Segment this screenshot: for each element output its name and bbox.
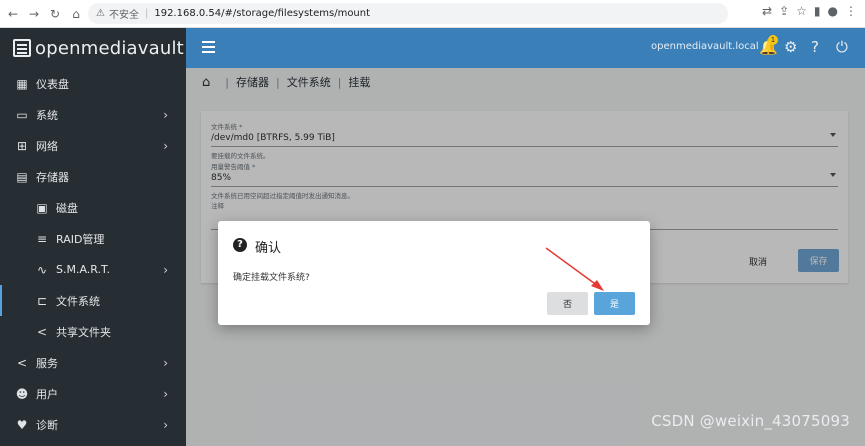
sidebar-item-label: 服务 xyxy=(36,356,58,370)
sidebar-item-system[interactable]: ▭ 系统 › xyxy=(0,99,186,130)
sidebar-item-disks[interactable]: ▣ 磁盘 xyxy=(0,192,186,223)
sidebar-item-network[interactable]: ⊞ 网络 › xyxy=(0,130,186,161)
pulse-icon: ∿ xyxy=(36,262,48,277)
share-icon: < xyxy=(36,324,48,339)
chevron-right-icon: › xyxy=(163,138,168,153)
watermark: CSDN @weixin_43075093 xyxy=(651,412,850,430)
reload-icon[interactable]: ↻ xyxy=(47,6,63,22)
address-bar[interactable]: ⚠ 不安全 | 192.168.0.54/#/storage/filesyste… xyxy=(88,3,728,24)
brand[interactable]: openmediavault xyxy=(0,28,186,68)
sidebar-item-label: 共享文件夹 xyxy=(56,325,111,339)
chevron-right-icon: › xyxy=(163,107,168,122)
sidepanel-icon[interactable]: ▮ xyxy=(814,4,821,18)
sidebar-item-raid[interactable]: ≡ RAID管理 xyxy=(0,223,186,254)
browser-toolbar: ← → ↻ ⌂ ⚠ 不安全 | 192.168.0.54/#/storage/f… xyxy=(0,0,865,28)
sidebar-item-diagnostics[interactable]: ♥ 诊断 › xyxy=(0,409,186,440)
yes-button[interactable]: 是 xyxy=(594,292,635,315)
menu-icon[interactable]: ⋮ xyxy=(845,4,857,18)
chevron-right-icon: › xyxy=(163,355,168,370)
help-icon[interactable]: ? xyxy=(811,38,819,56)
no-button[interactable]: 否 xyxy=(547,292,588,315)
hostname: openmediavault.local xyxy=(651,41,759,52)
sidebar-item-label: 用户 xyxy=(36,387,58,401)
back-icon[interactable]: ← xyxy=(5,6,21,22)
browser-actions: ⇄ ⇪ ☆ ▮ ● ⋮ xyxy=(762,4,865,18)
share-icon[interactable]: ⇪ xyxy=(779,4,789,18)
divider: | xyxy=(144,8,149,19)
sidebar-item-label: S.M.A.R.T. xyxy=(56,263,110,276)
sidebar-item-label: 仪表盘 xyxy=(36,77,69,91)
hamburger-icon[interactable] xyxy=(202,41,215,43)
question-icon: ? xyxy=(233,238,247,252)
translate-icon[interactable]: ⇄ xyxy=(762,4,772,18)
sidebar-item-label: RAID管理 xyxy=(56,232,105,246)
chevron-right-icon: › xyxy=(163,386,168,401)
notification-badge: 1 xyxy=(768,35,778,45)
tree-icon: ⊏ xyxy=(36,293,48,308)
database-icon: ≡ xyxy=(36,231,48,246)
dialog-message: 确定挂载文件系统? xyxy=(233,273,310,283)
profile-icon[interactable]: ● xyxy=(828,4,838,18)
chevron-right-icon: › xyxy=(163,417,168,432)
top-bar: openmediavault.local 🔔 1 ⚙ ? ⏻ xyxy=(186,28,865,68)
sidebar-item-label: 网络 xyxy=(36,139,58,153)
sidebar-item-label: 系统 xyxy=(36,108,58,122)
forward-icon[interactable]: → xyxy=(26,6,42,22)
sidebar-item-smart[interactable]: ∿ S.M.A.R.T. › xyxy=(0,254,186,285)
sidebar-item-label: 诊断 xyxy=(36,418,58,432)
security-label: 不安全 xyxy=(108,10,139,21)
sidebar: openmediavault ▦ 仪表盘 ▭ 系统 › ⊞ 网络 › ▤ 存储器 ▣ 磁盘 ≡… xyxy=(0,28,186,446)
url-text[interactable]: 192.168.0.54/#/storage/filesystems/mount xyxy=(154,8,370,19)
heartbeat-icon: ♥ xyxy=(16,417,28,432)
sidebar-item-shared-folders[interactable]: < 共享文件夹 xyxy=(0,316,186,347)
sidebar-item-label: 存储器 xyxy=(36,170,69,184)
grid-icon: ▦ xyxy=(16,76,28,91)
star-icon[interactable]: ☆ xyxy=(796,4,807,18)
sidebar-item-storage[interactable]: ▤ 存储器 xyxy=(0,161,186,192)
gear-icon[interactable]: ⚙ xyxy=(784,38,797,56)
sidebar-item-label: 文件系统 xyxy=(56,294,100,308)
share-icon: < xyxy=(16,355,28,370)
home-icon[interactable]: ⌂ xyxy=(68,6,84,22)
logo-icon xyxy=(13,39,31,57)
warning-icon: ⚠ xyxy=(96,8,105,19)
confirm-dialog: ? 确认 确定挂载文件系统? 否 是 xyxy=(218,221,650,325)
storage-icon: ▤ xyxy=(16,169,28,184)
network-icon: ⊞ xyxy=(16,138,28,153)
users-icon: ☻ xyxy=(15,386,29,401)
sidebar-item-filesystems[interactable]: ⊏ 文件系统 xyxy=(0,285,186,316)
power-icon[interactable]: ⏻ xyxy=(836,38,848,56)
sidebar-item-users[interactable]: ☻ 用户 › xyxy=(0,378,186,409)
sidebar-item-label: 磁盘 xyxy=(56,201,78,215)
laptop-icon: ▭ xyxy=(16,107,28,122)
sidebar-item-services[interactable]: < 服务 › xyxy=(0,347,186,378)
sidebar-item-dashboard[interactable]: ▦ 仪表盘 xyxy=(0,68,186,99)
chevron-right-icon: › xyxy=(163,262,168,277)
brand-name: openmediavault xyxy=(35,37,184,59)
dialog-title: 确认 xyxy=(255,241,282,256)
disk-icon: ▣ xyxy=(36,200,48,215)
